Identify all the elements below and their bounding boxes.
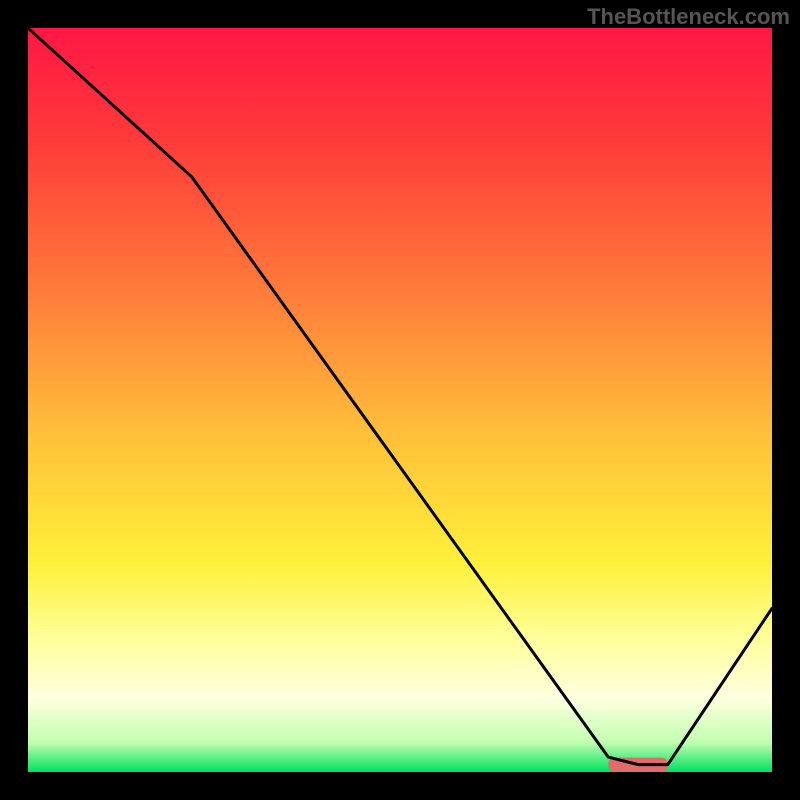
chart-svg bbox=[28, 28, 772, 772]
gradient-background bbox=[28, 28, 772, 772]
watermark-text: TheBottleneck.com bbox=[587, 4, 790, 30]
chart-frame bbox=[28, 28, 772, 772]
